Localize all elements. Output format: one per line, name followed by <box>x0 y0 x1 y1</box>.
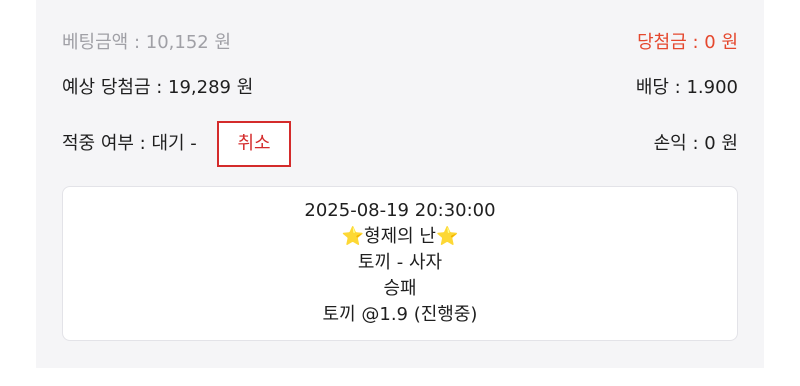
cancel-button[interactable]: 취소 <box>217 121 291 167</box>
cut-off-header-row <box>62 0 738 8</box>
profit: 손익 : 0 원 <box>653 133 738 154</box>
match-datetime: 2025-08-19 20:30:00 <box>304 200 496 221</box>
odds: 배당 : 1.900 <box>635 77 738 98</box>
event-title: ⭐형제의 난⭐ <box>63 224 737 250</box>
win-amount: 당첨금 : 0 원 <box>637 32 738 53</box>
star-icon: ⭐ <box>435 226 459 247</box>
bet-detail-box: 2025-08-19 20:30:00 ⭐형제의 난⭐ 토끼 - 사자 승패 토… <box>62 186 738 341</box>
event-name: 형제의 난 <box>364 226 436 247</box>
matchup: 토끼 - 사자 <box>357 252 443 273</box>
star-icon: ⭐ <box>341 226 365 247</box>
market-type: 승패 <box>383 278 417 299</box>
bet-amount: 베팅금액 : 10,152 원 <box>62 32 232 53</box>
expected-win-amount: 예상 당첨금 : 19,289 원 <box>62 77 254 98</box>
pick-status: 토끼 @1.9 (진행중) <box>322 304 478 325</box>
hit-status: 적중 여부 : 대기 - <box>62 133 197 154</box>
